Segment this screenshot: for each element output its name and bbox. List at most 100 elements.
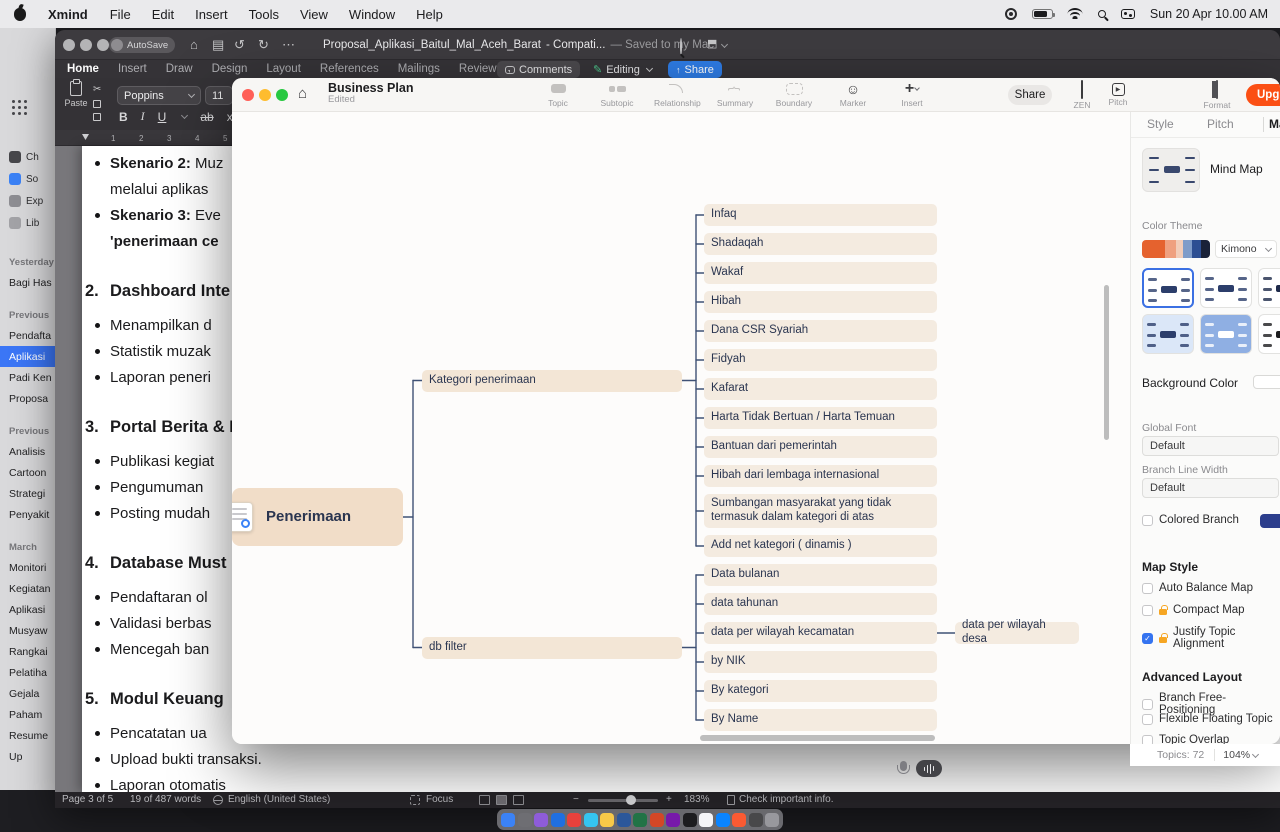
search-icon[interactable]: [680, 38, 682, 55]
record-indicator-icon[interactable]: [1005, 8, 1017, 20]
sidebar-file-item[interactable]: Pendafta: [0, 325, 56, 346]
dock-icon[interactable]: [501, 813, 515, 827]
toolbar-subtopic-button[interactable]: Subtopic: [595, 80, 639, 108]
format-painter-icon[interactable]: [93, 113, 101, 121]
mindmap-topic[interactable]: By kategori: [704, 680, 937, 702]
sidebar-file-item[interactable]: Padi Ken: [0, 367, 56, 388]
toolbar-topic-button[interactable]: Topic: [536, 80, 580, 108]
menu-app-name[interactable]: Xmind: [48, 7, 88, 22]
mindmap-topic[interactable]: Harta Tidak Bertuan / Harta Temuan: [704, 407, 937, 429]
dock-icon[interactable]: [650, 813, 664, 827]
panel-tab-map[interactable]: Map: [1269, 117, 1280, 131]
undo-icon[interactable]: ↺: [234, 36, 245, 53]
colored-branch-checkbox[interactable]: [1142, 515, 1153, 526]
zoom-slider[interactable]: [588, 799, 658, 802]
paste-button[interactable]: Paste: [61, 81, 91, 108]
sidebar-file-item[interactable]: Aplikasi: [0, 346, 56, 367]
format-button-3[interactable]: ab: [200, 110, 213, 124]
mindmap-topic[interactable]: By Name: [704, 709, 937, 731]
sidebar-file-item[interactable]: Musyaw: [0, 620, 56, 641]
dock-icon[interactable]: [699, 813, 713, 827]
mindmap-topic[interactable]: Shadaqah: [704, 233, 937, 255]
proofing-icon[interactable]: [213, 795, 223, 805]
dock-icon[interactable]: [716, 813, 730, 827]
toolbar-boundary-button[interactable]: Boundary: [772, 80, 816, 108]
theme-tile[interactable]: [1142, 268, 1194, 308]
sidebar-nav-item[interactable]: So: [0, 168, 56, 190]
home-icon[interactable]: ⌂: [190, 36, 198, 53]
zoom-icon[interactable]: [276, 89, 288, 101]
dock-icon[interactable]: [584, 813, 598, 827]
format-button-2[interactable]: U: [158, 110, 167, 124]
home-icon[interactable]: ⌂: [298, 85, 307, 102]
mindmap-topic[interactable]: Infaq: [704, 204, 937, 226]
sidebar-nav-item[interactable]: Ch: [0, 146, 56, 168]
word-count[interactable]: 19 of 487 words: [130, 794, 201, 805]
print-layout-icon[interactable]: [496, 795, 507, 805]
tab-design[interactable]: Design: [212, 63, 248, 75]
checkbox[interactable]: [1142, 735, 1153, 745]
dock-icon[interactable]: [567, 813, 581, 827]
mindmap-canvas[interactable]: Penerimaan InfaqShadaqahWakafHibahDana C…: [232, 112, 1130, 744]
redo-icon[interactable]: ↻: [258, 36, 269, 53]
minimize-icon[interactable]: [80, 39, 92, 51]
menu-item-view[interactable]: View: [300, 7, 328, 22]
theme-select[interactable]: Kimono: [1215, 240, 1277, 258]
cut-icon[interactable]: ✂: [93, 84, 101, 95]
mindmap-topic[interactable]: data per wilayah desa: [955, 622, 1079, 644]
theme-tile[interactable]: [1258, 314, 1280, 354]
zoom-in-button[interactable]: +: [666, 794, 672, 805]
panel-tab-pitch[interactable]: Pitch: [1207, 117, 1234, 131]
sidebar-file-item[interactable]: Cartoon: [0, 462, 56, 483]
sidebar-file-item[interactable]: Analisis: [0, 441, 56, 462]
close-icon[interactable]: [63, 39, 75, 51]
panel-tab-style[interactable]: Style: [1147, 117, 1174, 131]
minimize-icon[interactable]: [259, 89, 271, 101]
editing-menu[interactable]: ✎Editing: [585, 61, 660, 78]
tab-home[interactable]: Home: [67, 63, 99, 75]
dock-icon[interactable]: [765, 813, 779, 827]
sidebar-file-item[interactable]: Gejala: [0, 683, 56, 704]
page-indicator[interactable]: Page 3 of 5: [62, 794, 113, 805]
zoom-icon[interactable]: [97, 39, 109, 51]
sidebar-file-item[interactable]: Aplikasi: [0, 599, 56, 620]
microphone-icon[interactable]: [897, 761, 911, 777]
theme-color-swatch[interactable]: [1142, 240, 1210, 258]
vertical-scrollbar[interactable]: [1104, 285, 1109, 440]
tab-mailings[interactable]: Mailings: [398, 63, 440, 75]
sidebar-file-item[interactable]: Paham: [0, 704, 56, 725]
spotlight-search-icon[interactable]: [1098, 10, 1106, 18]
toolbar-insert-button[interactable]: Insert: [890, 80, 934, 108]
indent-marker[interactable]: [82, 134, 89, 140]
sidebar-file-item[interactable]: Resume: [0, 725, 56, 746]
sidebar-nav-item[interactable]: Exp: [0, 190, 56, 212]
format-button-1[interactable]: I: [141, 109, 145, 124]
tab-review[interactable]: Review: [459, 63, 497, 75]
wifi-icon[interactable]: [1068, 9, 1083, 20]
dock-icon[interactable]: [633, 813, 647, 827]
sidebar-file-item[interactable]: Up: [0, 746, 56, 767]
theme-tile[interactable]: [1142, 314, 1194, 354]
structure-thumbnail[interactable]: [1142, 148, 1200, 192]
mindmap-topic[interactable]: Sumbangan masyarakat yang tidak termasuk…: [704, 494, 937, 528]
sidebar-file-item[interactable]: Monitori: [0, 557, 56, 578]
mindmap-topic[interactable]: Hibah: [704, 291, 937, 313]
share-button[interactable]: Share: [1008, 85, 1052, 105]
theme-tile[interactable]: [1200, 314, 1252, 354]
audio-indicator[interactable]: [916, 760, 942, 777]
chevron-down-icon[interactable]: [721, 40, 728, 47]
dock-icon[interactable]: [600, 813, 614, 827]
mindmap-topic[interactable]: Bantuan dari pemerintah: [704, 436, 937, 458]
pitch-button[interactable]: ▶Pitch: [1101, 81, 1135, 107]
share-icon[interactable]: ⬒: [707, 36, 717, 53]
mindmap-topic[interactable]: Data bulanan: [704, 564, 937, 586]
mindmap-topic[interactable]: by NIK: [704, 651, 937, 673]
font-size-select[interactable]: 11: [205, 86, 233, 105]
read-mode-icon[interactable]: [479, 795, 490, 805]
sidebar-file-item[interactable]: Penyakit: [0, 504, 56, 525]
mindmap-topic[interactable]: Kafarat: [704, 378, 937, 400]
toolbar-relationship-button[interactable]: Relationship: [654, 80, 698, 108]
sidebar-nav-item[interactable]: Lib: [0, 212, 56, 234]
upgrade-button[interactable]: Upgrade: [1246, 84, 1280, 106]
tab-draw[interactable]: Draw: [166, 63, 193, 75]
